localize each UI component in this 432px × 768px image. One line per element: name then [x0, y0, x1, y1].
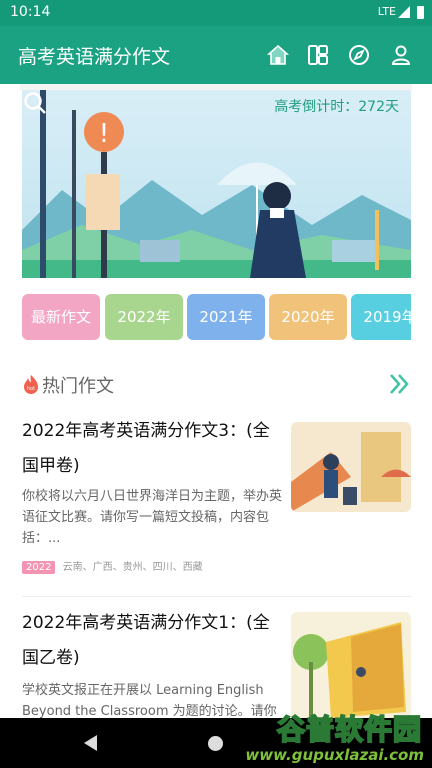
discover-icon[interactable] [347, 43, 371, 67]
article-thumbnail [291, 612, 411, 718]
article-title: 2022年高考英语满分作文3：(全国甲卷) [22, 421, 270, 476]
battery-icon [417, 6, 424, 19]
home-icon[interactable] [266, 43, 290, 67]
svg-text:hot: hot [27, 386, 35, 392]
category-chips: 最新作文 2022年 2021年 2020年 2019年 [22, 294, 411, 342]
grid-icon[interactable] [306, 43, 330, 67]
divider [22, 596, 411, 597]
year-badge: 2022 [22, 561, 56, 574]
section-header: hot 热门作文 [22, 370, 411, 400]
status-bar: 10:14 LTE [0, 0, 432, 26]
chip-2019[interactable]: 2019年 [351, 294, 411, 340]
chevron-right-icon[interactable] [389, 372, 411, 396]
network-type: LTE [377, 5, 396, 18]
flame-icon: hot [24, 375, 38, 394]
chip-2022[interactable]: 2022年 [105, 294, 183, 340]
article-card[interactable]: 2022年高考英语满分作文1：(全国乙卷) 学校英文报正在开展以 Learnin… [22, 606, 411, 719]
thumbnail-illustration [291, 612, 411, 718]
article-thumbnail [291, 422, 411, 512]
article-regions: 云南、广西、贵州、四川、西藏 [62, 562, 203, 573]
chip-2021[interactable]: 2021年 [187, 294, 265, 340]
watermark-brand: 谷普软件园 [276, 712, 422, 747]
article-title: 2022年高考英语满分作文1：(全国乙卷) [22, 613, 270, 668]
search-icon[interactable] [22, 90, 48, 116]
article-tags: 2022 云南、广西、贵州、四川、西藏 [22, 558, 203, 574]
banner[interactable]: ! 高考倒计时：272天 [22, 90, 411, 278]
watermark: 谷普软件园 www.gupuxlazai.com [236, 706, 432, 768]
article-summary: 你校将以六月八日世界海洋日为主题，举办英语征文比赛。请你写一篇短文投稿，内容包括… [22, 489, 283, 546]
watermark-url: www.gupuxlazai.com [245, 746, 424, 764]
exam-countdown: 高考倒计时：272天 [274, 99, 399, 115]
chip-latest[interactable]: 最新作文 [22, 294, 100, 340]
svg-text:!: ! [99, 119, 109, 149]
status-time: 10:14 [10, 4, 51, 20]
app-title: 高考英语满分作文 [18, 46, 171, 68]
home-button-icon[interactable] [208, 736, 223, 751]
chip-2020[interactable]: 2020年 [269, 294, 347, 340]
signal-icon [398, 6, 410, 18]
profile-icon[interactable] [389, 43, 413, 67]
article-card[interactable]: 2022年高考英语满分作文3：(全国甲卷) 你校将以六月八日世界海洋日为主题，举… [22, 414, 411, 584]
back-icon[interactable] [84, 735, 97, 751]
section-title: 热门作文 [42, 376, 114, 397]
thumbnail-illustration [291, 422, 411, 512]
banner-illustration: ! [22, 90, 411, 278]
app-bar: 高考英语满分作文 [0, 26, 432, 84]
